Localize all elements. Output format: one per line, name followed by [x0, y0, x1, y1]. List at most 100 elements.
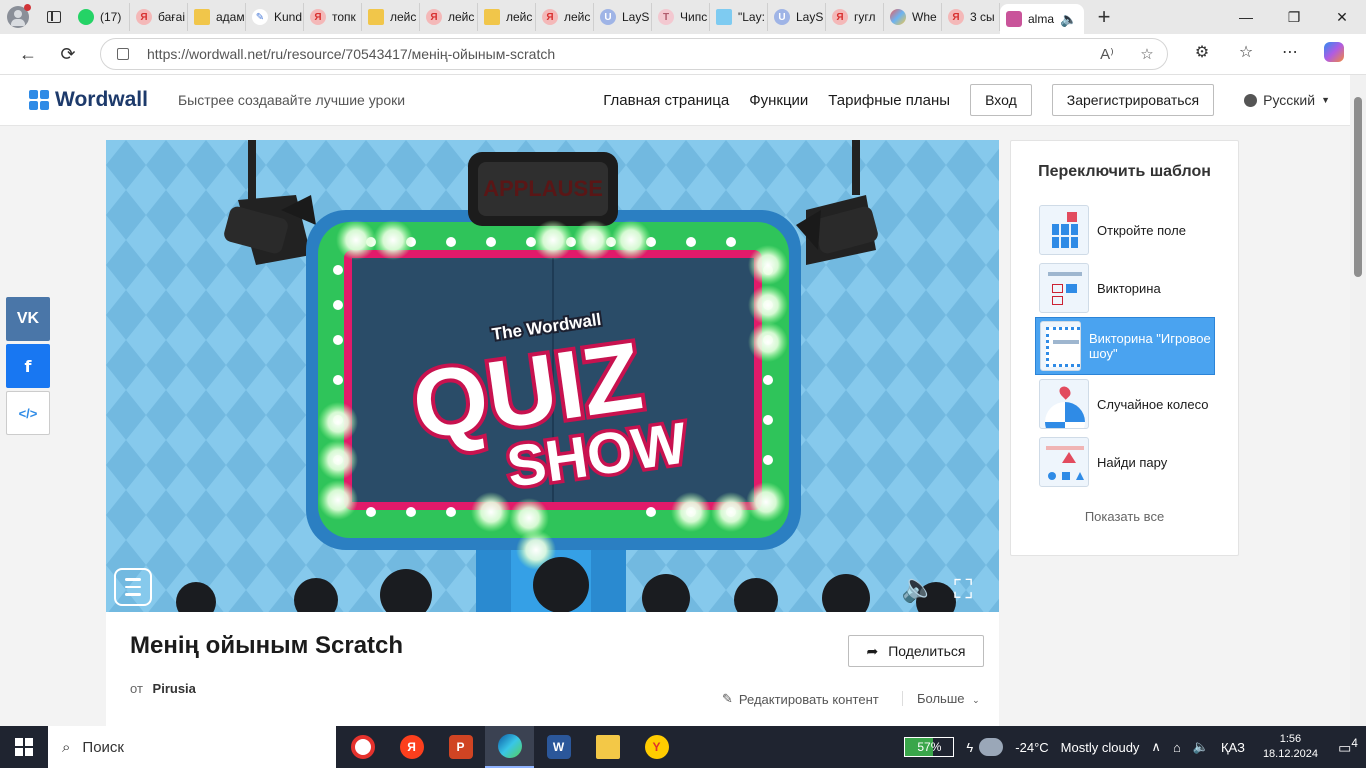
reload-button[interactable]: ⟳: [48, 37, 88, 71]
tab-audio-icon[interactable]: 🔈: [1060, 11, 1077, 28]
url-text[interactable]: https://wordwall.net/ru/resource/7054341…: [147, 46, 1087, 62]
taskbar-yandex-browser[interactable]: Y: [632, 726, 681, 768]
show-all-templates-link[interactable]: Показать все: [1011, 509, 1238, 524]
browser-tab-strip: (17) Ябағаі адам ✎ Kund Ятопк лейс Ялейс лейс Яле…: [0, 0, 1366, 34]
read-aloud-icon[interactable]: A⁾: [1087, 45, 1127, 63]
game-stage[interactable]: APPLAUSE The Wordwall QUIZ SHOW 🔈 ⛶: [106, 140, 999, 612]
browser-toolbar: ← ⟳ https://wordwall.net/ru/resource/705…: [0, 34, 1366, 75]
site-header: Wordwall Быстрее создавайте лучшие уроки…: [0, 75, 1366, 126]
game-fullscreen-icon[interactable]: ⛶: [954, 574, 972, 606]
more-menu-icon[interactable]: ⋯: [1268, 42, 1312, 67]
favorite-star-icon[interactable]: ☆: [1127, 45, 1167, 63]
browser-tab[interactable]: ✎ Kund: [246, 3, 304, 31]
browser-tab-label: "Lay:: [738, 10, 765, 24]
taskbar-search[interactable]: ⌕ Поиск: [48, 726, 336, 768]
weather-cloud-icon[interactable]: [979, 738, 1004, 756]
browser-tab[interactable]: U LayS: [594, 3, 652, 31]
image-icon: [484, 9, 500, 25]
taskbar-yandex[interactable]: Я: [387, 726, 436, 768]
template-option-wheel[interactable]: Случайное колесо: [1035, 375, 1215, 433]
browser-tab[interactable]: Ятопк: [304, 3, 362, 31]
page-scrollbar[interactable]: [1350, 75, 1366, 726]
wordwall-logo[interactable]: Wordwall: [29, 88, 148, 112]
browser-tab[interactable]: лейс: [362, 3, 420, 31]
notifications-button[interactable]: ▭4: [1330, 737, 1366, 757]
more-dropdown[interactable]: Больше ⌄: [902, 691, 980, 706]
browser-tab[interactable]: Ялейс: [536, 3, 594, 31]
yandex-icon: Я: [832, 9, 848, 25]
nav-pricing-link[interactable]: Тарифные планы: [828, 92, 950, 109]
back-button[interactable]: ←: [8, 37, 48, 71]
language-label: Русский: [1263, 92, 1316, 108]
close-window-button[interactable]: ✕: [1318, 0, 1366, 34]
taskbar-apps: Я P W Y: [338, 726, 681, 768]
activity-title: Менің ойыным Scratch: [130, 632, 404, 659]
powerpoint-icon: P: [448, 735, 473, 759]
notification-icon: ▭: [1338, 739, 1352, 756]
restore-button[interactable]: ❐: [1270, 0, 1318, 34]
browser-tab[interactable]: Я 3 сы: [942, 3, 1000, 31]
facebook-share-button[interactable]: f: [6, 344, 50, 388]
browser-tab[interactable]: Ябағаі: [130, 3, 188, 31]
author-prefix: от: [130, 681, 143, 696]
extensions-icon[interactable]: ⚙: [1180, 42, 1224, 67]
register-button[interactable]: Зарегистрироваться: [1051, 84, 1215, 116]
game-sound-icon[interactable]: 🔈: [901, 571, 936, 604]
browser-tab[interactable]: "Lay:: [710, 3, 768, 31]
browser-tab[interactable]: U LayS: [768, 3, 826, 31]
start-button[interactable]: [0, 726, 48, 768]
embed-button[interactable]: </>: [6, 391, 50, 435]
share-button[interactable]: ➦ Поделиться: [848, 635, 984, 667]
wordwall-logo-text: Wordwall: [55, 88, 148, 111]
scrollbar-thumb[interactable]: [1354, 97, 1362, 277]
template-option-open-box[interactable]: Откройте поле: [1035, 201, 1215, 259]
browser-tab[interactable]: лейс: [478, 3, 536, 31]
find-match-template-icon: [1039, 437, 1089, 487]
network-icon[interactable]: ⌂: [1167, 740, 1187, 755]
favorites-icon[interactable]: ☆: [1224, 42, 1268, 67]
t-icon: T: [658, 9, 674, 25]
tray-expand-icon[interactable]: ∧: [1145, 739, 1167, 755]
address-bar[interactable]: https://wordwall.net/ru/resource/7054341…: [100, 38, 1168, 70]
template-option-quiz[interactable]: Викторина: [1035, 259, 1215, 317]
tab-actions-button[interactable]: [36, 0, 72, 34]
browser-tab[interactable]: Ягугл: [826, 3, 884, 31]
tab-list: (17) Ябағаі адам ✎ Kund Ятопк лейс Ялейс лейс Яле…: [72, 0, 1084, 34]
volume-icon[interactable]: 🔈: [1187, 739, 1215, 755]
system-clock[interactable]: 1:56 18.12.2024: [1251, 732, 1330, 762]
template-option-find-match[interactable]: Найди пару: [1035, 433, 1215, 491]
browser-tab[interactable]: Ялейс: [420, 3, 478, 31]
open-box-template-icon: [1039, 205, 1089, 255]
browser-tab[interactable]: alma🔈✕: [1000, 4, 1084, 34]
taskbar-powerpoint[interactable]: P: [436, 726, 485, 768]
browser-tab[interactable]: адам: [188, 3, 246, 31]
minimize-button[interactable]: —: [1222, 0, 1270, 34]
nav-features-link[interactable]: Функции: [749, 92, 808, 109]
profile-button[interactable]: [0, 0, 36, 34]
browser-tab[interactable]: Whe: [884, 3, 942, 31]
new-tab-button[interactable]: +: [1084, 0, 1124, 34]
template-option-gameshow[interactable]: Викторина "Игровое шоу": [1035, 317, 1215, 375]
game-menu-button[interactable]: [114, 568, 152, 606]
profile-avatar-icon: [7, 4, 31, 28]
author-link[interactable]: Pirusia: [153, 681, 196, 696]
weather-temperature[interactable]: -24°C: [1009, 740, 1054, 755]
vk-share-button[interactable]: VK: [6, 297, 50, 341]
login-button[interactable]: Вход: [970, 84, 1032, 116]
copilot-icon[interactable]: [1312, 41, 1356, 67]
taskbar-edge[interactable]: [485, 726, 534, 768]
site-info-icon[interactable]: [117, 48, 129, 60]
input-language[interactable]: ҚАЗ: [1215, 740, 1251, 755]
browser-tab-label: 3 сы: [970, 10, 995, 24]
nav-home-link[interactable]: Главная страница: [603, 92, 729, 109]
taskbar-explorer[interactable]: [583, 726, 632, 768]
wheel-icon: [890, 9, 906, 25]
taskbar-word[interactable]: W: [534, 726, 583, 768]
battery-indicator[interactable]: 57%: [904, 737, 955, 757]
edit-content-link[interactable]: ✎ Редактировать контент: [722, 691, 879, 707]
browser-tab[interactable]: (17): [72, 3, 130, 31]
browser-tab[interactable]: T Чипс: [652, 3, 710, 31]
weather-description[interactable]: Mostly cloudy: [1055, 740, 1146, 755]
taskbar-opera[interactable]: [338, 726, 387, 768]
language-selector[interactable]: Русский ▼: [1244, 92, 1330, 108]
